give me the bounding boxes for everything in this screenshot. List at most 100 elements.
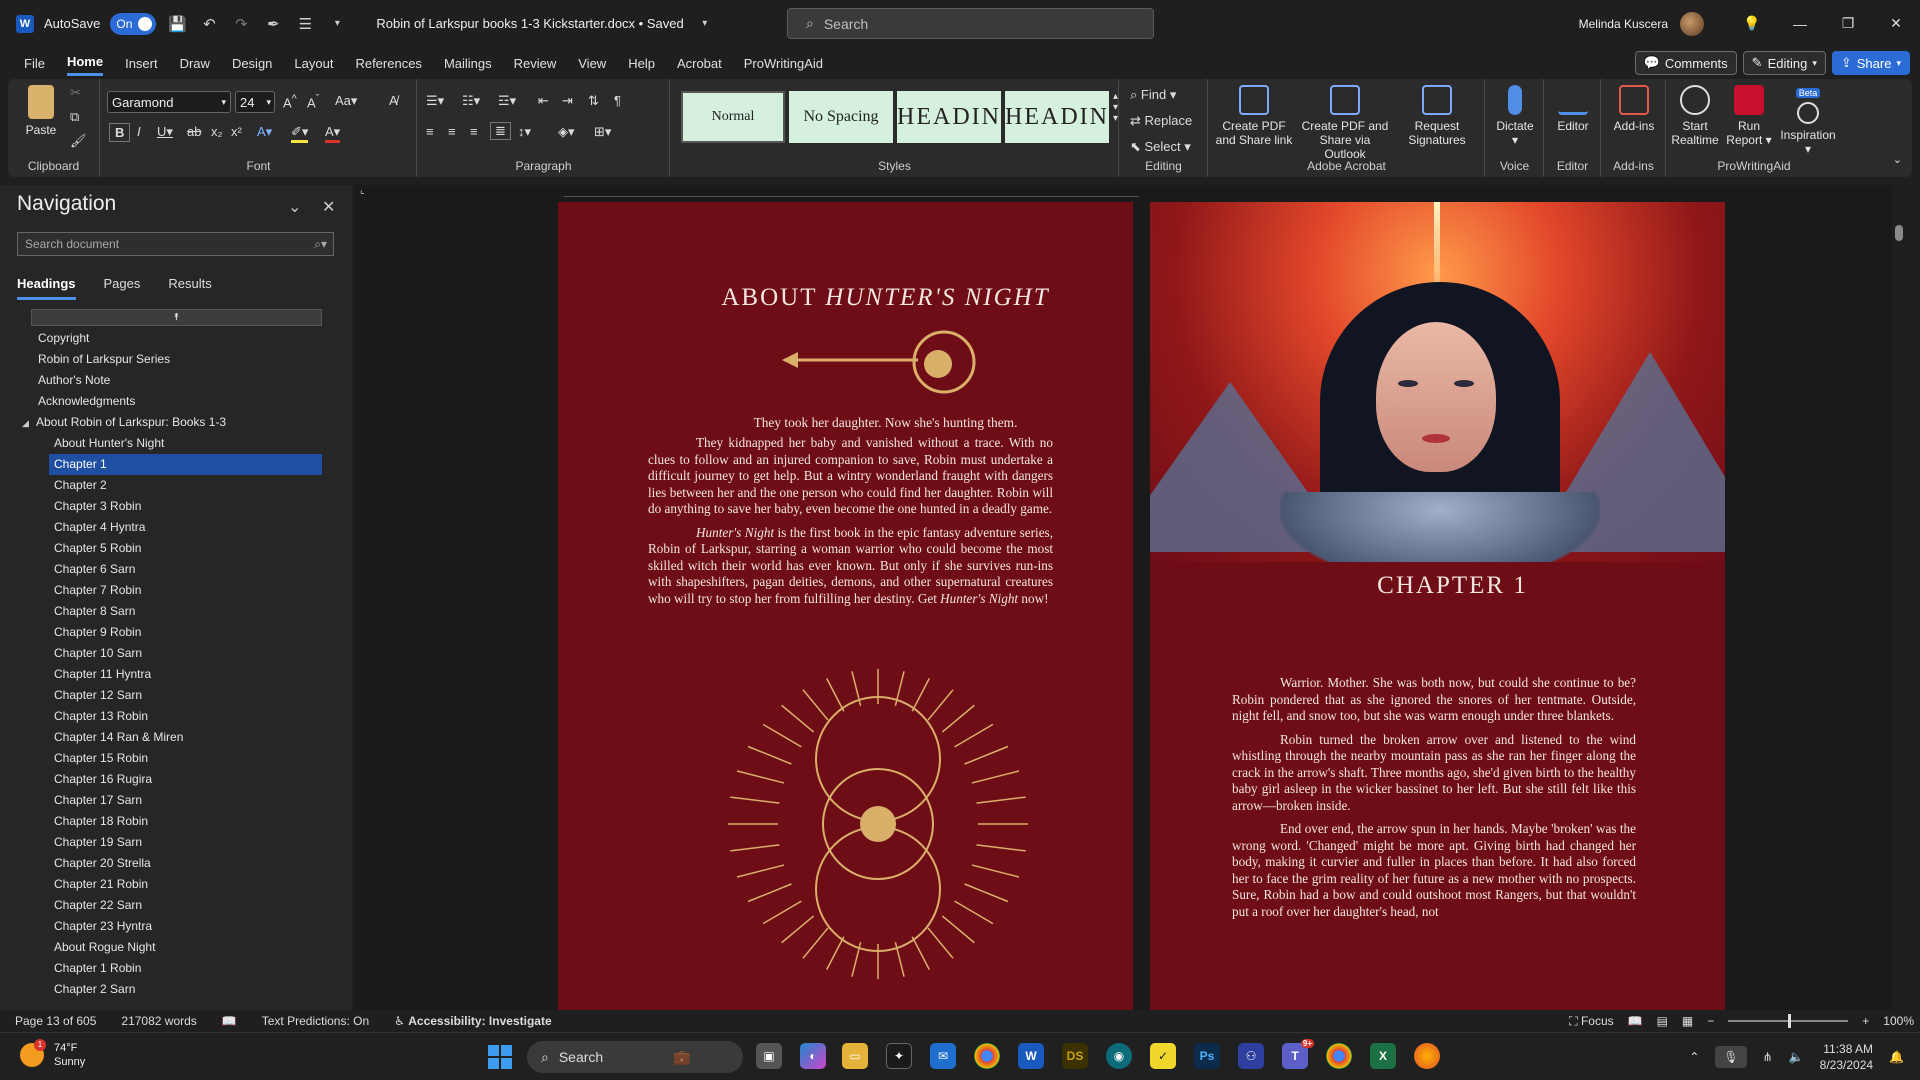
chrome-icon[interactable] bbox=[974, 1043, 1000, 1069]
sticky-app-icon[interactable]: ✓ bbox=[1150, 1043, 1176, 1069]
nav-tab-pages[interactable]: Pages bbox=[104, 276, 141, 300]
styles-scroll-icon[interactable]: ▴ ▾ ▾ bbox=[1113, 91, 1118, 124]
document-area[interactable]: ⌞ ABOUT HUNTER'S NIGHT They took her dau… bbox=[354, 185, 1906, 1010]
nav-tab-headings[interactable]: Headings bbox=[17, 276, 76, 300]
heading-item[interactable]: Chapter 9 Robin bbox=[0, 622, 352, 643]
heading-item[interactable]: Chapter 19 Sarn bbox=[0, 832, 352, 853]
heading-item[interactable]: Author's Note bbox=[0, 370, 352, 391]
layout-icon[interactable]: ☰ bbox=[294, 15, 316, 33]
editor-button[interactable]: Editor bbox=[1549, 85, 1597, 133]
tab-draw[interactable]: Draw bbox=[180, 52, 210, 75]
scrollbar-thumb[interactable] bbox=[1895, 225, 1903, 241]
weather-widget[interactable]: 1 74°F Sunny bbox=[20, 1039, 85, 1069]
run-report-button[interactable]: Run Report ▾ bbox=[1723, 85, 1775, 147]
tab-layout[interactable]: Layout bbox=[294, 52, 333, 75]
task-view-icon[interactable]: ▣ bbox=[756, 1043, 782, 1069]
shading-icon[interactable]: ◈▾ bbox=[558, 124, 575, 140]
shrink-font-icon[interactable]: Aˇ bbox=[307, 93, 319, 110]
underline-icon[interactable]: U▾ bbox=[157, 124, 173, 140]
justify-icon[interactable]: ≣ bbox=[490, 122, 511, 140]
heading-item[interactable]: Chapter 22 Sarn bbox=[0, 895, 352, 916]
addins-button[interactable]: Add-ins bbox=[1608, 85, 1660, 133]
borders-icon[interactable]: ⊞▾ bbox=[594, 124, 611, 140]
heading-item[interactable]: Chapter 13 Robin bbox=[0, 706, 352, 727]
heading-item[interactable]: Chapter 11 Hyntra bbox=[0, 664, 352, 685]
heading-item[interactable]: Chapter 2 bbox=[0, 475, 352, 496]
cut-icon[interactable]: ✂ bbox=[70, 85, 81, 101]
bold-icon[interactable]: B bbox=[109, 123, 131, 142]
heading-item[interactable]: Chapter 4 Hyntra bbox=[0, 517, 352, 538]
chevron-down-icon[interactable]: ▾ bbox=[694, 18, 716, 29]
tab-prowritingaid[interactable]: ProWritingAid bbox=[744, 52, 823, 75]
select-button[interactable]: ⬉ Select ▾ bbox=[1130, 139, 1191, 155]
chevron-down-icon[interactable]: ⌄ bbox=[288, 197, 301, 217]
accessibility-status[interactable]: ♿ Accessibility: Investigate bbox=[394, 1014, 551, 1028]
redo-icon[interactable]: ↷ bbox=[230, 15, 252, 33]
network-icon[interactable]: ⋔ bbox=[1763, 1050, 1773, 1064]
text-predictions[interactable]: Text Predictions: On bbox=[262, 1014, 369, 1028]
heading-item[interactable]: About Hunter's Night bbox=[0, 433, 352, 454]
people-app-icon[interactable]: ⚇ bbox=[1238, 1043, 1264, 1069]
page-count[interactable]: Page 13 of 605 bbox=[15, 1014, 96, 1028]
proofing-icon[interactable]: 📖 bbox=[222, 1014, 237, 1028]
notification-bell-icon[interactable]: 🔔 bbox=[1889, 1050, 1904, 1064]
heading-item[interactable]: Copyright bbox=[0, 328, 352, 349]
bullets-icon[interactable]: ☰▾ bbox=[426, 93, 444, 109]
close-icon[interactable]: ✕ bbox=[1872, 15, 1920, 32]
expand-caret-icon[interactable]: ◢ bbox=[22, 413, 36, 434]
clear-formatting-icon[interactable]: A̸ bbox=[389, 93, 398, 108]
heading-item[interactable]: Chapter 15 Robin bbox=[0, 748, 352, 769]
print-layout-icon[interactable]: ▤ bbox=[1657, 1014, 1668, 1028]
share-button[interactable]: ⇪ Share ▾ bbox=[1831, 51, 1910, 75]
zoom-in-icon[interactable]: + bbox=[1862, 1014, 1869, 1028]
align-right-icon[interactable]: ≡ bbox=[470, 124, 478, 139]
firefox-icon[interactable] bbox=[1414, 1043, 1440, 1069]
tab-insert[interactable]: Insert bbox=[125, 52, 158, 75]
heading-item[interactable]: Chapter 1 bbox=[49, 454, 322, 475]
tab-help[interactable]: Help bbox=[628, 52, 655, 75]
replace-button[interactable]: ⇄ Replace bbox=[1130, 113, 1192, 129]
subscript-icon[interactable]: x₂ bbox=[211, 124, 223, 139]
user-name[interactable]: Melinda Kuscera bbox=[1579, 17, 1668, 31]
heading-item[interactable]: Chapter 16 Rugira bbox=[0, 769, 352, 790]
editing-mode-button[interactable]: ✎ Editing ▾ bbox=[1742, 51, 1826, 75]
lightbulb-icon[interactable]: 💡 bbox=[1728, 15, 1776, 32]
excel-icon[interactable]: X bbox=[1370, 1043, 1396, 1069]
tab-selector-icon[interactable]: ⌞ bbox=[360, 185, 365, 196]
superscript-icon[interactable]: x² bbox=[231, 124, 242, 139]
heading-item[interactable]: Chapter 1 Robin bbox=[0, 958, 352, 979]
italic-icon[interactable]: I bbox=[137, 124, 141, 139]
numbering-icon[interactable]: ☷▾ bbox=[462, 93, 480, 109]
heading-item[interactable]: Chapter 18 Robin bbox=[0, 811, 352, 832]
font-color-icon[interactable]: A▾ bbox=[325, 124, 341, 143]
mail-icon[interactable]: ✉ bbox=[930, 1043, 956, 1069]
increase-indent-icon[interactable]: ⇥ bbox=[562, 93, 573, 109]
heading-item[interactable]: ◢ About Robin of Larkspur: Books 1-3 bbox=[0, 412, 352, 433]
zoom-slider[interactable] bbox=[1728, 1014, 1849, 1028]
collapse-ribbon-icon[interactable]: ⌄ bbox=[1893, 153, 1902, 166]
highlight-icon[interactable]: ✐▾ bbox=[291, 124, 309, 143]
clock[interactable]: 11:38 AM 8/23/2024 bbox=[1820, 1041, 1873, 1073]
strikethrough-icon[interactable]: ab bbox=[187, 124, 201, 139]
align-left-icon[interactable]: ≡ bbox=[426, 124, 434, 139]
heading-item[interactable]: Chapter 20 Strella bbox=[0, 853, 352, 874]
heading-item[interactable]: Chapter 10 Sarn bbox=[0, 643, 352, 664]
teams-icon[interactable]: T 9+ bbox=[1282, 1039, 1314, 1069]
minimize-icon[interactable]: — bbox=[1776, 16, 1824, 32]
style-heading-2[interactable]: HEADIN bbox=[1005, 91, 1109, 143]
tab-file[interactable]: File bbox=[24, 52, 45, 75]
close-icon[interactable]: ✕ bbox=[322, 197, 335, 217]
start-button[interactable] bbox=[488, 1045, 512, 1069]
draw-pen-icon[interactable]: ✒ bbox=[262, 15, 284, 33]
heading-item[interactable]: Chapter 3 Robin bbox=[0, 496, 352, 517]
autosave-toggle[interactable]: On bbox=[110, 12, 157, 35]
heading-item[interactable]: Chapter 5 Robin bbox=[0, 538, 352, 559]
show-formatting-icon[interactable]: ¶ bbox=[614, 93, 621, 108]
grow-font-icon[interactable]: A^ bbox=[283, 93, 297, 110]
customize-toolbar-icon[interactable]: ▾ bbox=[326, 18, 348, 29]
search-document-input[interactable]: Search document ⌕▾ bbox=[17, 232, 334, 256]
request-signatures-button[interactable]: Request Signatures bbox=[1397, 85, 1477, 147]
restore-icon[interactable]: ❐ bbox=[1824, 15, 1872, 32]
text-effects-icon[interactable]: A▾ bbox=[257, 124, 272, 140]
chrome-profile-icon[interactable] bbox=[1326, 1043, 1352, 1069]
